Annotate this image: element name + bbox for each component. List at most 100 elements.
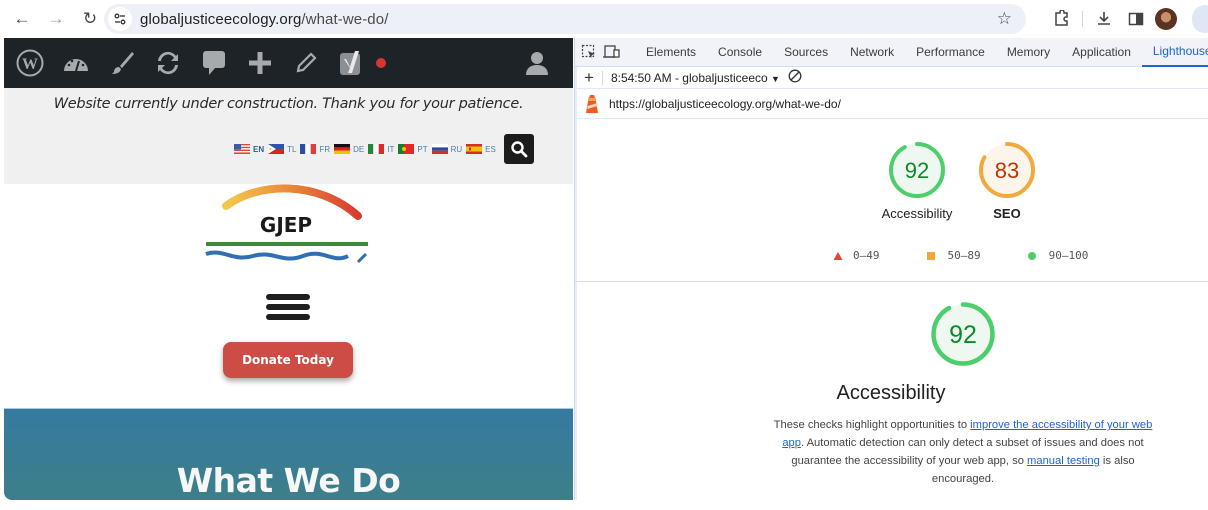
devtools-panel: Elements Console Sources Network Perform… [574,38,1208,500]
reload-icon[interactable]: ↻ [76,5,104,33]
side-panel-icon[interactable] [1123,6,1149,32]
extensions-icon[interactable] [1048,6,1074,32]
back-icon[interactable]: ← [8,5,36,33]
forward-icon[interactable]: → [42,5,70,33]
desc-text: These checks highlight opportunities to [773,419,971,431]
comments-icon[interactable] [196,45,232,81]
es-flag-icon [466,144,483,154]
category-description: These checks highlight opportunities to … [765,416,1161,488]
lang-code: IT [387,144,395,154]
fail-triangle-icon [833,251,843,260]
legend-average: 50–89 [926,249,981,262]
lang-code: TL [287,144,297,154]
updates-icon[interactable] [150,45,186,81]
device-toolbar-icon[interactable] [603,41,621,63]
lighthouse-icon [586,94,598,113]
tab-memory[interactable]: Memory [996,38,1061,67]
score-gauge-seo[interactable]: 83 SEO [969,140,1045,221]
user-icon[interactable] [519,45,555,81]
average-square-icon [926,251,935,260]
donate-button[interactable]: Donate Today [223,342,353,378]
report-selector-value: 8:54:50 AM - globaljusticeeco [610,70,768,85]
dropdown-arrow-icon: ▼ [771,73,780,84]
logo-text: GJEP [260,213,312,237]
wordpress-icon[interactable]: W [12,45,48,81]
it-flag-icon [368,144,385,154]
hero-title: What We Do [176,461,401,500]
profile-avatar[interactable] [1155,8,1177,30]
us-flag-icon [234,144,250,154]
lang-tl[interactable]: TL [268,144,296,154]
lang-it[interactable]: IT [368,144,394,154]
tab-elements[interactable]: Elements [635,38,707,67]
tab-application[interactable]: Application [1061,38,1142,67]
edit-pencil-icon[interactable] [288,45,324,81]
address-bar[interactable]: globaljusticeecology.org/what-we-do/ ☆ [104,4,1026,34]
lang-fr[interactable]: FR [300,144,330,154]
category-score-gauge: 92 [929,300,997,368]
legend-range: 50–89 [947,249,981,262]
lang-code: ES [485,144,496,154]
lang-code: FR [319,144,331,154]
lang-pt[interactable]: PT [398,144,428,154]
inspect-element-icon[interactable] [581,41,597,63]
dashboard-icon[interactable] [58,45,94,81]
manual-testing-link[interactable]: manual testing [1027,455,1100,467]
site-info-icon[interactable] [108,7,132,31]
legend-pass: 90–100 [1027,249,1089,262]
lang-code: DE [353,144,365,154]
pt-flag-icon [398,144,415,154]
gauge-score: 83 [995,158,1019,183]
lang-en[interactable]: EN [234,144,264,154]
hero-banner: What We Do [4,408,573,500]
gauge-ring: 83 [979,142,1035,198]
tab-performance[interactable]: Performance [905,38,996,67]
gauge-label: SEO [993,206,1021,221]
search-icon [511,141,528,158]
seo-status-dot [376,58,386,68]
tab-network[interactable]: Network [839,38,905,67]
gauge-score: 92 [949,321,977,349]
lighthouse-toolbar: + 8:54:50 AM - globaljusticeeco ▼ [575,67,1208,89]
new-report-plus-icon[interactable]: + [584,68,594,88]
fr-flag-icon [300,144,317,154]
toolbar-separator [1082,11,1083,27]
lang-code: PT [417,144,428,154]
svg-text:W: W [22,56,38,73]
bookmark-star-icon[interactable]: ☆ [997,9,1012,29]
profile-button-edge[interactable] [1192,5,1208,33]
toolbar-separator [601,70,603,85]
tab-console[interactable]: Console [707,38,773,67]
gauge-label: Accessibility [881,206,953,221]
report-selector[interactable]: 8:54:50 AM - globaljusticeeco ▼ [611,71,780,85]
tab-sources[interactable]: Sources [773,38,839,67]
lang-de[interactable]: DE [334,144,364,154]
category-title: Accessibility [836,382,946,404]
score-gauge-accessibility[interactable]: 92 Accessibility [879,140,955,221]
customize-brush-icon[interactable] [104,45,140,81]
ph-flag-icon [268,144,285,154]
gauge-ring: 92 [889,142,945,198]
search-button[interactable] [503,134,534,164]
clear-reports-icon[interactable] [788,69,802,86]
new-plus-icon[interactable] [242,45,278,81]
url-path: /what-we-do/ [301,10,389,28]
devtools-resize-edge[interactable] [575,38,577,500]
report-url[interactable]: https://globaljusticeecology.org/what-we… [609,97,841,111]
yoast-seo-icon[interactable] [334,45,370,81]
gjep-logo[interactable]: GJEP [198,184,368,274]
lang-ru[interactable]: RU [431,144,462,154]
tab-lighthouse[interactable]: Lighthouse [1141,38,1208,67]
score-legend: 0–49 50–89 90–100 [833,249,1134,262]
url-domain: globaljusticeecology.org [140,10,302,28]
url-text[interactable]: globaljusticeecology.org/what-we-do/ [140,11,388,28]
web-page-viewport: W Website currently under construction. … [4,38,573,500]
ru-flag-icon [431,144,448,154]
report-url-row: https://globaljusticeecology.org/what-we… [575,89,1208,119]
construction-notice: Website currently under construction. Th… [53,96,524,112]
language-switcher: EN TL FR DE IT PT RU ES [234,134,534,164]
download-icon[interactable] [1091,6,1117,32]
lang-es[interactable]: ES [466,144,496,154]
hamburger-menu-icon[interactable] [266,294,310,324]
legend-range: 90–100 [1048,249,1089,262]
